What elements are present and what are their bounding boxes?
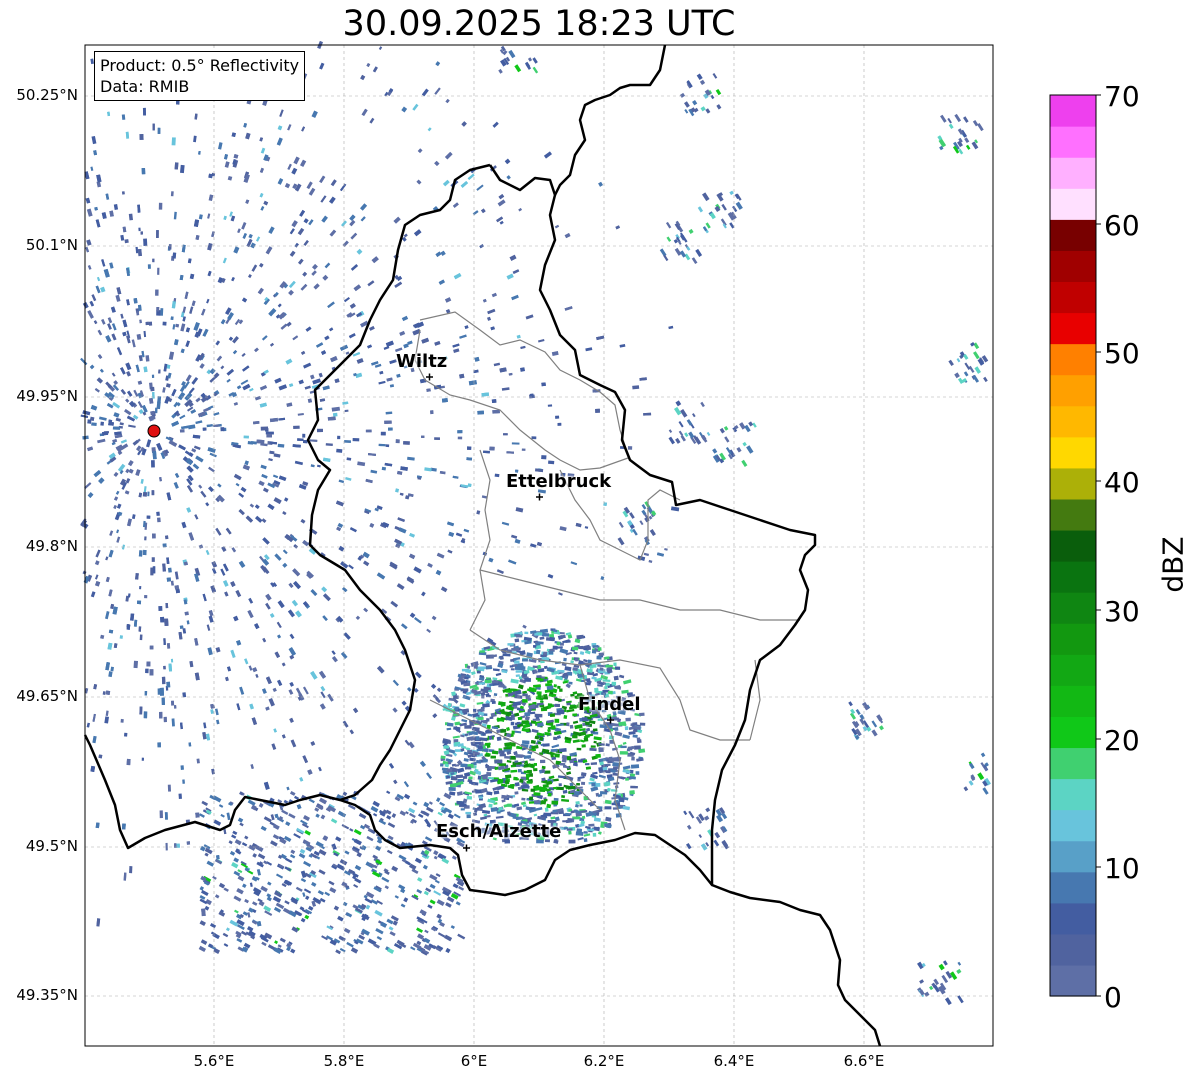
colorbar-segment [1050,126,1096,158]
colorbar-segment [1050,933,1096,966]
city-label-esch: Esch/Alzette [436,821,562,842]
colorbar-segment [1050,374,1096,407]
radar-site-marker [147,424,161,438]
colorbar-segment [1050,809,1096,842]
colorbar-tick-label: 10 [1104,852,1140,885]
colorbar-segment [1050,405,1096,438]
colorbar-segment [1050,529,1096,562]
lat-tick-label: 50.1°N [25,236,78,254]
colorbar-tick-label: 0 [1104,981,1122,1014]
lon-tick-label: 6.6°E [843,1052,885,1070]
colorbar-tick-label: 70 [1104,80,1140,113]
lon-tick-label: 6.4°E [713,1052,755,1070]
lat-tick-label: 49.5°N [25,837,78,855]
colorbar-segment [1050,716,1096,749]
colorbar-tick-label: 20 [1104,724,1140,757]
colorbar-tick-label: 30 [1104,595,1140,628]
lon-tick-label: 5.6°E [193,1052,235,1070]
colorbar-segment [1050,498,1096,531]
colorbar-tick-label: 60 [1104,209,1140,242]
colorbar-segment [1050,623,1096,655]
colorbar-segment [1050,871,1096,904]
colorbar-segment [1050,685,1096,717]
colorbar-segment [1050,219,1096,251]
colorbar-segment [1050,250,1096,283]
colorbar [1050,95,1096,997]
colorbar-segment [1050,654,1096,686]
colorbar-segment [1050,467,1096,500]
city-label-ettelbruck: Ettelbruck [506,471,612,492]
colorbar-segment [1050,840,1096,873]
colorbar-segment [1050,343,1096,376]
colorbar-segment [1050,964,1096,997]
colorbar-segment [1050,281,1096,314]
lon-tick-label: 6.2°E [583,1052,625,1070]
lon-tick-label: 5.8°E [323,1052,365,1070]
city-label-wiltz: Wiltz [396,351,448,372]
colorbar-tick-marks [1096,94,1101,997]
colorbar-segment [1050,592,1096,624]
map-title: 30.09.2025 18:23 UTC [342,4,736,44]
colorbar-segment [1050,188,1096,220]
lat-tick-label: 49.35°N [16,986,78,1004]
colorbar-label: dBZ [1156,536,1184,593]
product-info-box: Product: 0.5° Reflectivity Data: RMIB [94,51,306,101]
colorbar-segment [1050,157,1096,189]
city-label-findel: Findel [578,694,641,715]
lat-tick-label: 49.95°N [16,387,78,405]
data-source-label: Data: RMIB [100,77,190,96]
lat-tick-label: 49.8°N [25,537,78,555]
product-label: Product: 0.5° Reflectivity [100,56,300,75]
colorbar-segment [1050,436,1096,469]
colorbar-segment [1050,778,1096,811]
colorbar-segment [1050,312,1096,345]
radar-map [80,40,1101,1047]
colorbar-tick-label: 40 [1104,466,1140,499]
colorbar-segment [1050,95,1096,127]
colorbar-segment [1050,902,1096,935]
lat-tick-label: 49.65°N [16,687,78,705]
colorbar-segment [1050,747,1096,780]
colorbar-tick-label: 50 [1104,337,1140,370]
lat-tick-label: 50.25°N [16,86,78,104]
lon-tick-label: 6°E [460,1052,488,1070]
colorbar-segment [1050,561,1096,593]
